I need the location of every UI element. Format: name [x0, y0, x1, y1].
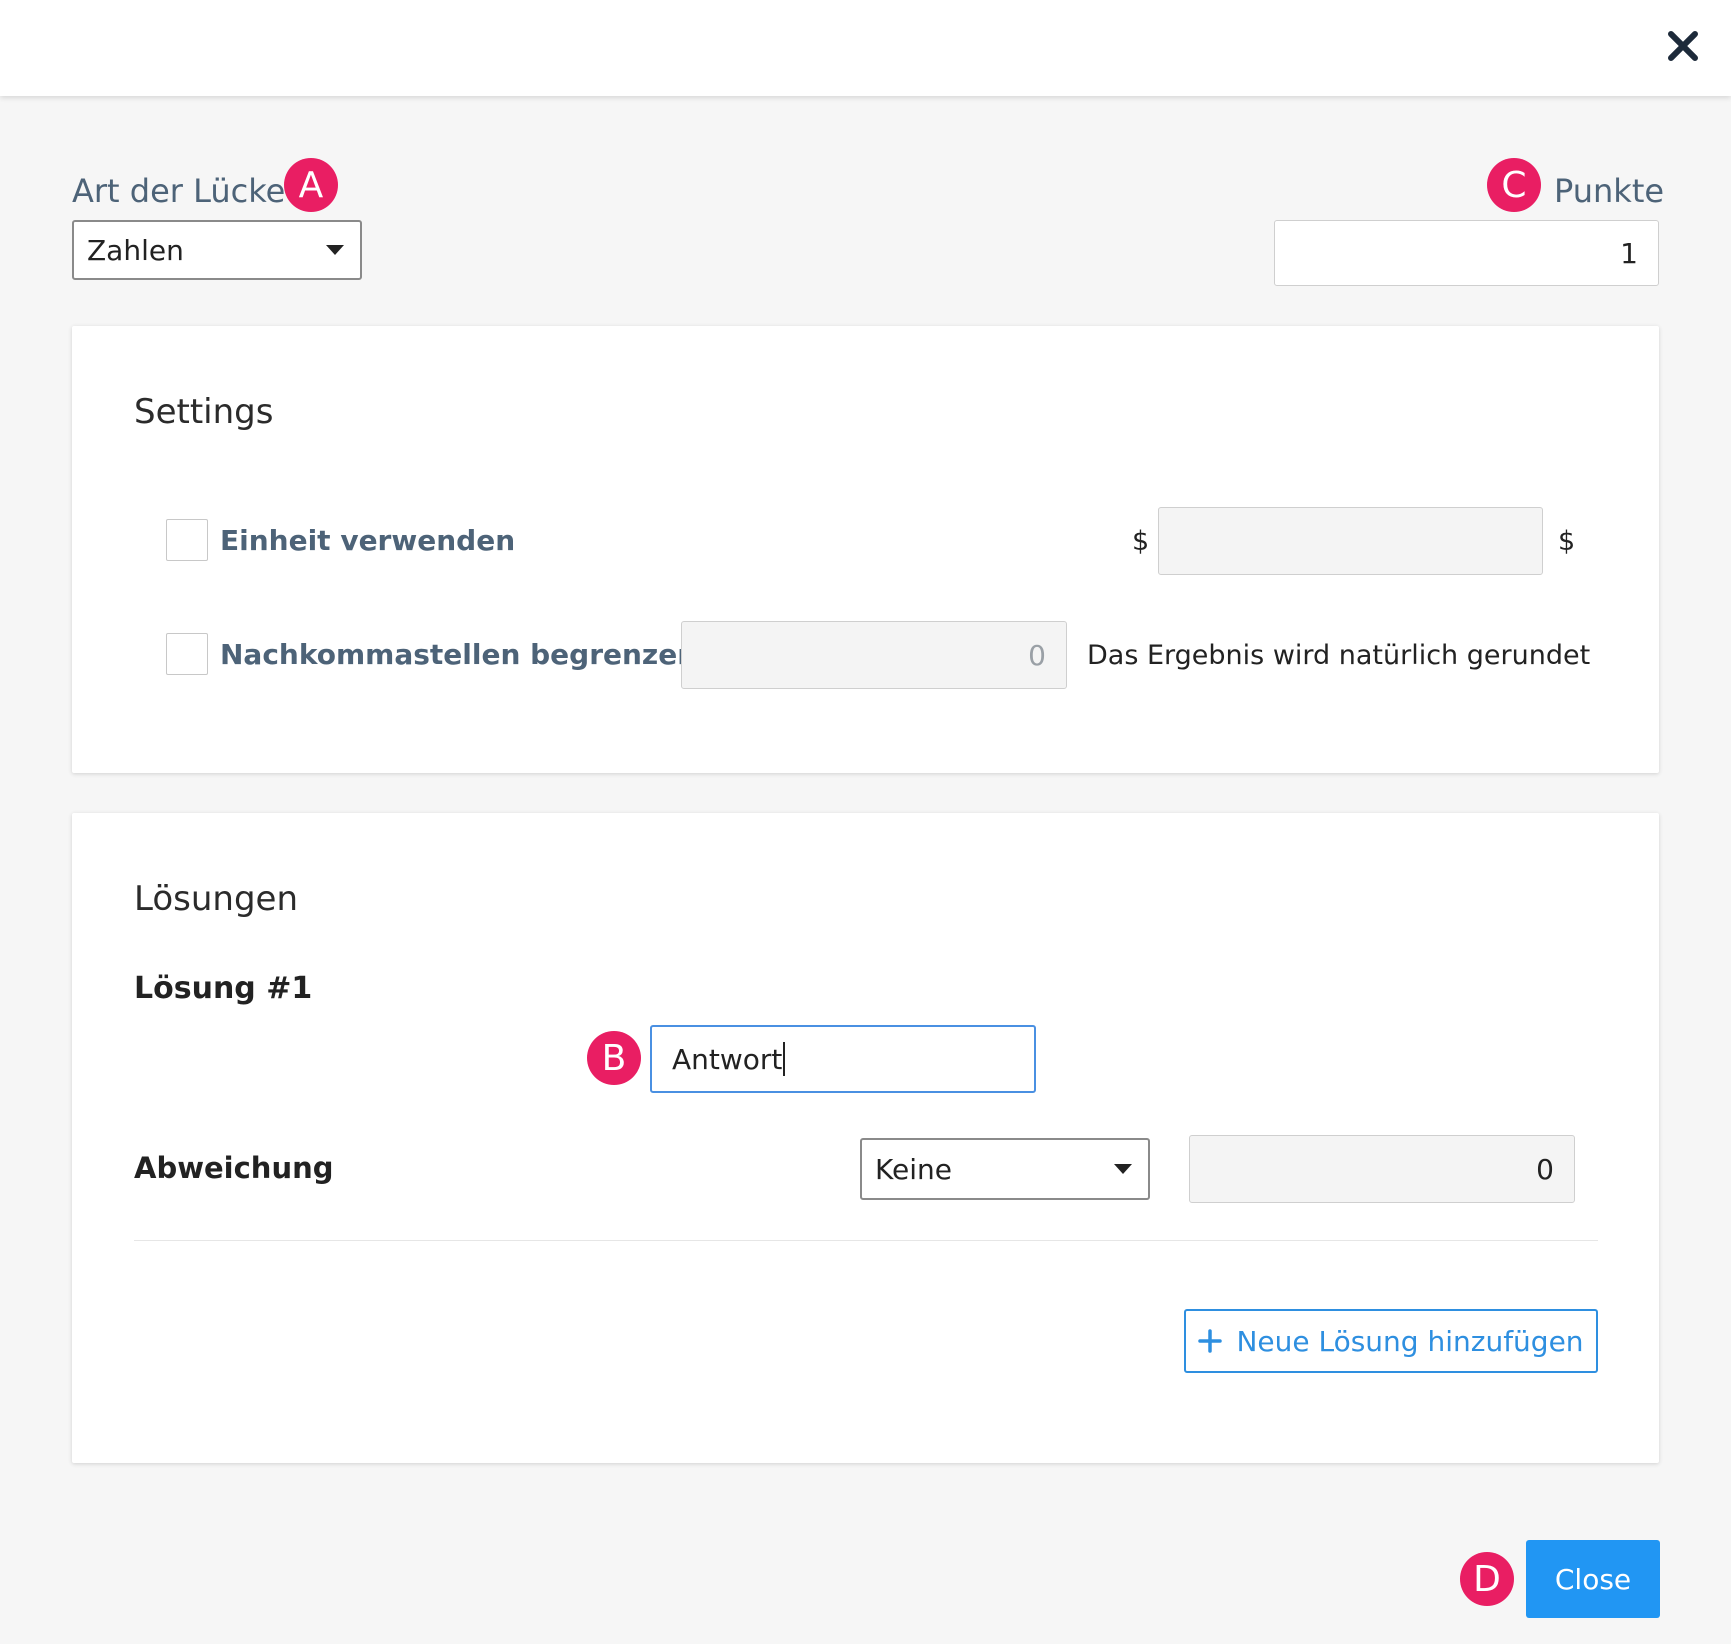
deviation-input[interactable]: 0	[1189, 1135, 1575, 1203]
use-unit-label: Einheit verwenden	[220, 524, 516, 557]
decimals-input[interactable]: 0	[681, 621, 1067, 689]
solution-answer-value: Antwort	[672, 1042, 783, 1076]
deviation-label: Abweichung	[134, 1151, 334, 1185]
dialog-header	[0, 0, 1731, 96]
close-button-label: Close	[1554, 1562, 1632, 1596]
annotation-badge-c: C	[1487, 158, 1541, 212]
deviation-value: 0	[1536, 1152, 1554, 1186]
plus-icon	[1198, 1329, 1223, 1353]
gap-type-selected: Zahlen	[87, 233, 184, 267]
points-label: Punkte	[1554, 172, 1665, 210]
limit-decimals-checkbox[interactable]	[166, 633, 208, 675]
gap-type-select[interactable]: Zahlen	[72, 220, 362, 280]
solution-answer-input[interactable]: Antwort	[650, 1025, 1036, 1093]
unit-suffix: $	[1558, 526, 1576, 557]
caret-down-icon	[1114, 1164, 1132, 1174]
use-unit-checkbox[interactable]	[166, 519, 208, 561]
text-cursor	[783, 1042, 786, 1076]
close-button[interactable]: Close	[1526, 1540, 1660, 1618]
add-solution-label: Neue Lösung hinzufügen	[1236, 1324, 1584, 1358]
deviation-selected: Keine	[875, 1152, 952, 1186]
decimals-value: 0	[1028, 638, 1046, 672]
divider	[134, 1240, 1598, 1241]
settings-card: Settings Einheit verwenden $ $ Nachkomma…	[72, 326, 1659, 773]
unit-prefix: $	[1132, 526, 1150, 557]
close-icon[interactable]	[1663, 26, 1703, 66]
annotation-badge-b: B	[587, 1031, 641, 1085]
gap-type-label: Art der Lücke	[72, 172, 286, 210]
limit-decimals-label: Nachkommastellen begrenzen	[220, 638, 698, 671]
add-solution-button[interactable]: Neue Lösung hinzufügen	[1184, 1309, 1598, 1373]
rounding-note: Das Ergebnis wird natürlich gerundet	[1087, 640, 1591, 671]
settings-title: Settings	[134, 392, 274, 432]
annotation-badge-d: D	[1460, 1552, 1514, 1606]
solutions-card: Lösungen Lösung #1 B Antwort Abweichung …	[72, 813, 1659, 1463]
points-input[interactable]: 1	[1274, 220, 1659, 286]
deviation-select[interactable]: Keine	[860, 1138, 1150, 1200]
points-value: 1	[1620, 236, 1638, 270]
annotation-badge-a: A	[284, 158, 338, 212]
solution-title: Lösung #1	[134, 971, 313, 1006]
unit-input[interactable]	[1158, 507, 1543, 575]
caret-down-icon	[326, 245, 344, 255]
solutions-title: Lösungen	[134, 879, 299, 919]
